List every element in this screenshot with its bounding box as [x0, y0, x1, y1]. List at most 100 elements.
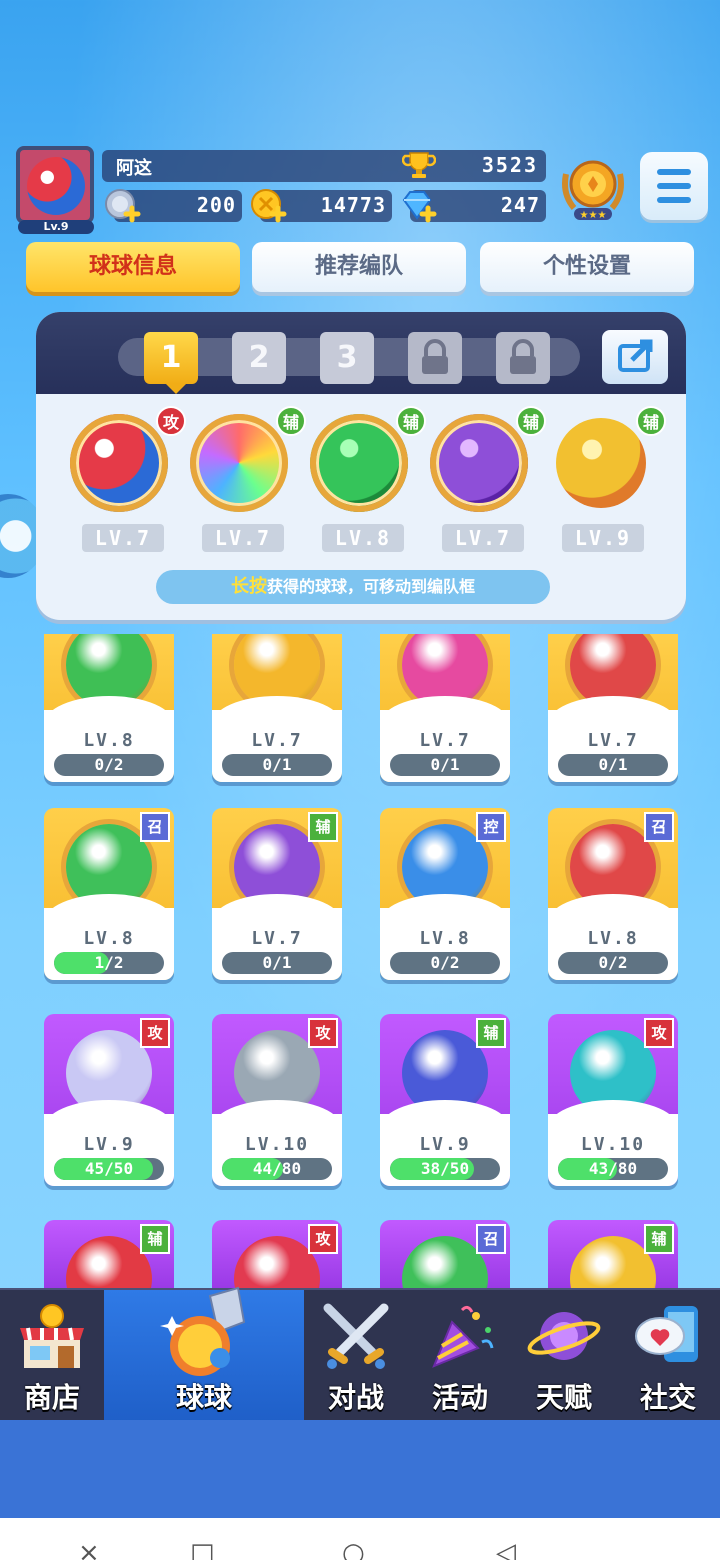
share-button[interactable]: [602, 330, 668, 384]
tab-ball-info[interactable]: 球球信息: [26, 242, 240, 292]
resource-1-bar[interactable]: 200: [105, 189, 242, 223]
ball-card[interactable]: 辅 LV.7 0/1: [212, 808, 342, 980]
gold-coin-plus-icon: [251, 189, 287, 223]
team-ball-4-type-tag: 辅: [516, 406, 546, 436]
ball-progress-bar: 45/50: [54, 1158, 164, 1180]
ball-card[interactable]: 辅: [548, 1220, 678, 1288]
ball-progress-text: 0/1: [598, 755, 628, 774]
ball-type-tag: 辅: [308, 812, 338, 842]
ball-progress-bar: 0/1: [558, 754, 668, 776]
ball-card[interactable]: 攻 LV.9 45/50: [44, 1014, 174, 1186]
player-name-bar: 阿这 3523: [102, 150, 546, 182]
team-ball-1-type-tag: 攻: [156, 406, 186, 436]
hint-highlight: 长按: [230, 576, 267, 597]
formation-panel: 1 2 3 攻 LV.7 辅 LV.7 辅 LV.8 辅 LV.7 辅 LV.9…: [36, 312, 686, 620]
ball-level: LV.8: [419, 928, 471, 949]
ball-card[interactable]: LV.7 0/1: [380, 634, 510, 782]
menu-line-icon: [657, 197, 691, 203]
rank-medal-icon[interactable]: ★★★: [560, 154, 626, 224]
ball-card[interactable]: 攻 LV.10 43/80: [548, 1014, 678, 1186]
ball-level: LV.7: [251, 730, 303, 751]
team-ball-1-level: LV.7: [82, 524, 164, 552]
nav-events[interactable]: 活动: [408, 1290, 512, 1422]
ball-level: LV.8: [83, 928, 135, 949]
ball-card[interactable]: 召 LV.8 1/2: [44, 808, 174, 980]
nav-talent[interactable]: 天赋: [512, 1290, 616, 1422]
hint-text: 获得的球球，可移动到编队框: [266, 577, 475, 596]
formation-slot-3[interactable]: 3: [320, 332, 374, 384]
ball-card[interactable]: 召 LV.8 0/2: [548, 808, 678, 980]
team-ball-2[interactable]: [190, 414, 288, 512]
ball-level: LV.7: [419, 730, 471, 751]
nav-balls-label: 球球: [175, 1381, 232, 1414]
nav-social-label: 社交: [639, 1381, 696, 1414]
ball-progress-text: 0/2: [94, 755, 124, 774]
system-recents-button[interactable]: □: [190, 1538, 215, 1560]
ball-progress-text: 43/80: [588, 1159, 638, 1178]
ball-progress-bar: 44/80: [222, 1158, 332, 1180]
ball-progress-bar: 0/1: [222, 754, 332, 776]
ball-type-tag: 控: [476, 812, 506, 842]
ball-level: LV.10: [244, 1134, 310, 1155]
ball-progress-text: 0/2: [430, 953, 460, 972]
team-ball-5[interactable]: [556, 418, 646, 508]
tab-recommended-team[interactable]: 推荐编队: [252, 242, 466, 292]
ball-progress-text: 0/2: [598, 953, 628, 972]
trophy-icon: [402, 152, 436, 178]
gems-value: 247: [500, 193, 540, 217]
ball-card[interactable]: 辅 LV.9 38/50: [380, 1014, 510, 1186]
gems-bar[interactable]: 247: [402, 190, 546, 223]
ball-card[interactable]: 辅: [44, 1220, 174, 1288]
team-ball-1[interactable]: [70, 414, 168, 512]
formation-slot-locked-5[interactable]: [496, 332, 550, 384]
menu-button[interactable]: [640, 152, 708, 220]
ball-card[interactable]: 攻 LV.10 44/80: [212, 1014, 342, 1186]
nav-battle[interactable]: 对战: [304, 1290, 408, 1422]
nav-events-label: 活动: [431, 1381, 488, 1414]
ball-card[interactable]: LV.8 0/2: [44, 634, 174, 782]
tab-personal-settings[interactable]: 个性设置: [480, 242, 694, 292]
ball-card[interactable]: LV.7 0/1: [548, 634, 678, 782]
ball-type-tag: 辅: [644, 1224, 674, 1254]
diamond-plus-icon: [402, 191, 437, 223]
team-ball-2-level: LV.7: [202, 524, 284, 552]
resource-2-bar[interactable]: 14773: [251, 189, 392, 223]
crossed-swords-icon: [323, 1303, 389, 1369]
team-ball-4[interactable]: [430, 414, 528, 512]
team-ball-3[interactable]: [310, 414, 408, 512]
player-avatar[interactable]: [16, 146, 94, 224]
ball-level: LV.8: [83, 730, 135, 751]
chat-icon: [635, 1306, 698, 1362]
formation-slot-2[interactable]: 2: [232, 332, 286, 384]
ball-progress-text: 0/1: [430, 755, 460, 774]
nav-battle-label: 对战: [327, 1381, 384, 1414]
ball-card[interactable]: 召: [380, 1220, 510, 1288]
nav-social[interactable]: 社交: [616, 1290, 720, 1422]
ball-card[interactable]: LV.7 0/1: [212, 634, 342, 782]
team-ball-5-type-tag: 辅: [636, 406, 666, 436]
resource-2-value: 14773: [320, 193, 386, 217]
system-nav-bar: × □ ○ ◁: [0, 1518, 720, 1560]
trophy-count: 3523: [481, 153, 538, 177]
system-close-button[interactable]: ×: [78, 1538, 100, 1560]
ball-type-tag: 攻: [644, 1018, 674, 1048]
ball-level: LV.9: [419, 1134, 471, 1155]
team-ball-2-type-tag: 辅: [276, 406, 306, 436]
silver-coin-plus-icon: [105, 189, 141, 223]
avatar-ball-icon: [27, 157, 85, 215]
ball-card[interactable]: 攻: [212, 1220, 342, 1288]
menu-line-icon: [657, 169, 691, 175]
formation-slot-locked-4[interactable]: [408, 332, 462, 384]
ball-progress-bar: 1/2: [54, 952, 164, 974]
nav-balls[interactable]: 球球: [104, 1286, 304, 1422]
nav-shop-label: 商店: [23, 1381, 80, 1414]
ball-card[interactable]: 控 LV.8 0/2: [380, 808, 510, 980]
nav-shop[interactable]: 商店: [0, 1290, 104, 1422]
system-back-button[interactable]: ◁: [496, 1538, 516, 1560]
planet-icon: [527, 1312, 601, 1360]
ball-type-tag: 召: [476, 1224, 506, 1254]
ball-level: LV.7: [251, 928, 303, 949]
system-home-button[interactable]: ○: [342, 1538, 365, 1560]
ball-progress-bar: 0/2: [558, 952, 668, 974]
formation-slot-1[interactable]: 1: [144, 332, 198, 384]
